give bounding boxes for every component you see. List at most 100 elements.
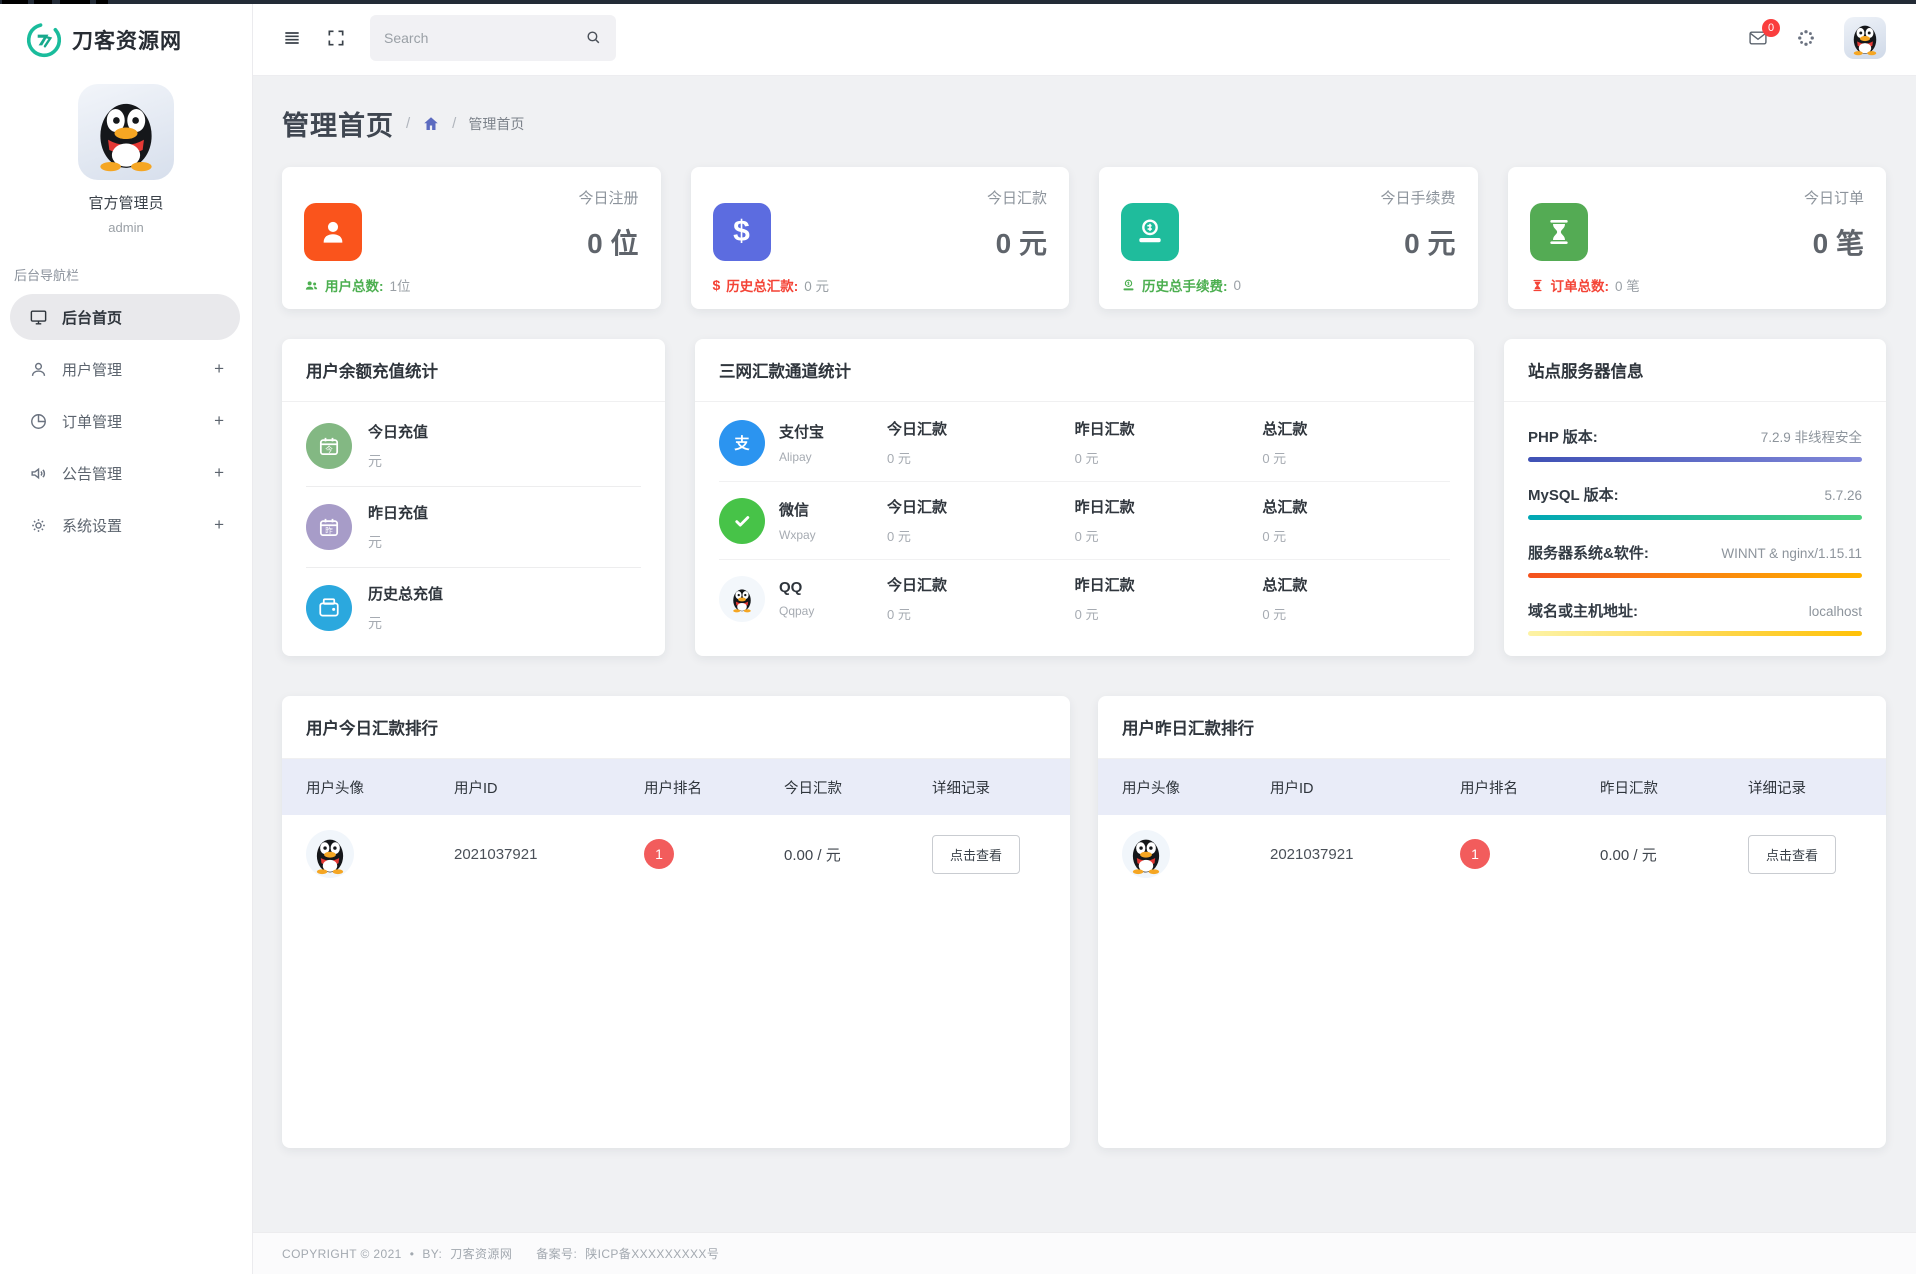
channel-col-value: 0 元	[1075, 604, 1263, 623]
avatar	[78, 84, 174, 180]
server-label: MySQL 版本:	[1528, 484, 1619, 505]
column-header: 用户ID	[1270, 777, 1460, 798]
view-details-button[interactable]: 点击查看	[1748, 835, 1836, 874]
stat-footer-value: 0 元	[804, 275, 829, 295]
deposit-icon	[1121, 278, 1136, 293]
brand[interactable]: 刀客资源网	[0, 22, 252, 58]
channel-col-label: 昨日汇款	[1075, 418, 1263, 439]
yesterday-ranking-card: 用户昨日汇款排行 用户头像 用户ID 用户排名 昨日汇款 详细记录 202103…	[1098, 696, 1886, 1148]
gear-icon	[28, 515, 48, 535]
server-value: WINNT & nginx/1.15.11	[1721, 546, 1862, 561]
stat-value: 0 元	[1380, 222, 1455, 262]
user-icon	[28, 359, 48, 379]
pie-chart-icon	[28, 411, 48, 431]
table-header: 用户头像 用户ID 用户排名 今日汇款 详细记录	[282, 759, 1070, 815]
search-icon[interactable]	[585, 29, 602, 46]
footer-by-site[interactable]: 刀客资源网	[450, 1245, 512, 1262]
server-value: 5.7.26	[1824, 488, 1862, 503]
progress-bar	[1528, 573, 1862, 578]
column-header: 用户头像	[1122, 777, 1270, 798]
recharge-row-today: 今 今日充值 元	[306, 406, 641, 487]
topbar-right: 0	[1748, 17, 1886, 59]
breadcrumb: 管理首页 / / 管理首页	[282, 104, 1886, 143]
apps-dots-icon[interactable]	[1796, 28, 1816, 48]
channel-col-value: 0 元	[887, 604, 1075, 623]
server-label: 域名或主机地址:	[1528, 600, 1638, 621]
view-details-button[interactable]: 点击查看	[932, 835, 1020, 874]
recharge-stats-card: 用户余额充值统计 今 今日充值 元	[282, 339, 665, 656]
server-row-mysql: MySQL 版本: 5.7.26	[1528, 472, 1862, 530]
hamburger-menu-icon[interactable]	[282, 28, 302, 48]
channel-col-value: 0 元	[887, 448, 1075, 467]
sidebar-item-settings[interactable]: 系统设置 +	[10, 502, 240, 548]
progress-bar	[1528, 631, 1862, 636]
search-input[interactable]	[384, 30, 577, 46]
user-avatar	[306, 830, 354, 878]
today-ranking-card: 用户今日汇款排行 用户头像 用户ID 用户排名 今日汇款 详细记录 202103…	[282, 696, 1070, 1148]
expand-plus-icon[interactable]: +	[214, 515, 224, 535]
stat-footer-value: 0	[1234, 278, 1242, 293]
stat-footer-value: 1位	[390, 275, 411, 295]
stat-label: 今日手续费	[1380, 187, 1455, 208]
svg-text:今: 今	[325, 444, 333, 454]
topbar: 0	[252, 0, 1916, 76]
channel-row-alipay: 支 支付宝 Alipay 今日汇款0 元 昨日汇款0 元 总汇款0 元	[719, 404, 1450, 482]
stat-footer-value: 0 笔	[1615, 275, 1640, 295]
channel-col-label: 总汇款	[1262, 574, 1450, 595]
sidebar-item-announcements[interactable]: 公告管理 +	[10, 450, 240, 496]
mail-button[interactable]: 0	[1748, 28, 1768, 48]
stat-card-remittance: $ 今日汇款 0 元 $ 历史总汇款: 0 元	[691, 167, 1070, 309]
calendar-today-icon: 今	[306, 423, 352, 469]
column-header: 详细记录	[932, 777, 1046, 798]
channel-col-label: 今日汇款	[887, 574, 1075, 595]
channel-col-value: 0 元	[1262, 526, 1450, 545]
svg-text:昨: 昨	[325, 525, 333, 535]
channel-col-label: 今日汇款	[887, 418, 1075, 439]
rank-badge: 1	[1460, 839, 1490, 869]
fullscreen-icon[interactable]	[326, 28, 346, 48]
table-row: 2021037921 1 0.00 / 元 点击查看	[1098, 815, 1886, 893]
table-row: 2021037921 1 0.00 / 元 点击查看	[282, 815, 1070, 893]
sidebar-item-label: 系统设置	[62, 515, 122, 536]
expand-plus-icon[interactable]: +	[214, 359, 224, 379]
sidebar-item-home[interactable]: 后台首页	[10, 294, 240, 340]
footer-bullet: •	[410, 1247, 415, 1261]
footer-icp-number[interactable]: 陕ICP备XXXXXXXXX号	[585, 1245, 719, 1262]
channel-sub: Wxpay	[779, 528, 816, 542]
user-icon	[304, 203, 362, 261]
column-header: 详细记录	[1748, 777, 1862, 798]
expand-plus-icon[interactable]: +	[214, 411, 224, 431]
qq-penguin-icon	[309, 833, 351, 875]
recharge-value: 元	[368, 613, 443, 633]
page-footer: COPYRIGHT © 2021 • BY: 刀客资源网 备案号: 陕ICP备X…	[252, 1232, 1916, 1274]
calendar-yesterday-icon: 昨	[306, 504, 352, 550]
channel-name: QQ	[779, 579, 814, 596]
home-icon[interactable]	[422, 115, 440, 133]
progress-bar	[1528, 457, 1862, 462]
channel-col-label: 总汇款	[1262, 418, 1450, 439]
user-id: 2021037921	[1270, 846, 1460, 863]
stat-cards-row: 今日注册 0 位 用户总数: 1位 $ 今日汇款	[282, 167, 1886, 309]
column-header: 用户头像	[306, 777, 454, 798]
user-avatar	[1122, 830, 1170, 878]
channel-sub: Qqpay	[779, 604, 814, 618]
stat-card-registrations: 今日注册 0 位 用户总数: 1位	[282, 167, 661, 309]
deposit-icon	[1121, 203, 1179, 261]
card-title: 用户余额充值统计	[282, 339, 665, 402]
sidebar-item-users[interactable]: 用户管理 +	[10, 346, 240, 392]
channel-col-label: 总汇款	[1262, 496, 1450, 517]
stat-footer-label: 用户总数:	[325, 275, 384, 295]
copyright-text: COPYRIGHT © 2021	[282, 1247, 402, 1261]
topbar-avatar[interactable]	[1844, 17, 1886, 59]
server-value: 7.2.9 非线程安全	[1761, 426, 1862, 446]
wallet-icon	[306, 585, 352, 631]
expand-plus-icon[interactable]: +	[214, 463, 224, 483]
sidebar-item-orders[interactable]: 订单管理 +	[10, 398, 240, 444]
channel-col-value: 0 元	[1262, 448, 1450, 467]
stat-label: 今日订单	[1804, 187, 1864, 208]
stat-value: 0 笔	[1804, 222, 1864, 262]
wechat-icon	[719, 498, 765, 544]
sidebar-item-label: 订单管理	[62, 411, 122, 432]
breadcrumb-current: 管理首页	[468, 114, 524, 134]
channel-name: 支付宝	[779, 421, 824, 442]
